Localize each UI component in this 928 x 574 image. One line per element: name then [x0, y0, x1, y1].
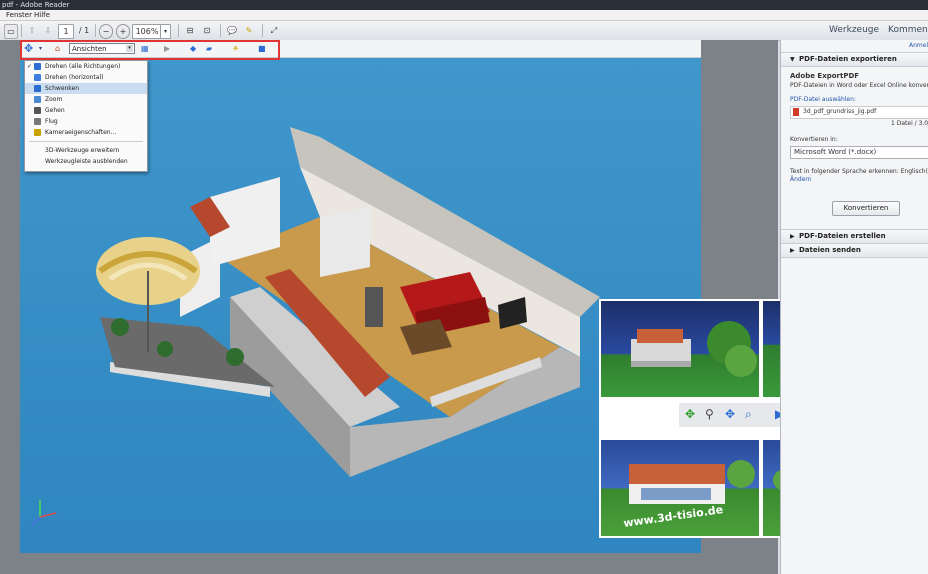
fly-icon: [34, 118, 41, 125]
menu-item-label: Werkzeugleiste ausblenden: [45, 158, 128, 165]
zoom-dropdown-icon[interactable]: ▾: [160, 24, 171, 39]
highlight-icon[interactable]: ✎: [243, 24, 255, 37]
comment-button[interactable]: Komment: [888, 22, 928, 39]
preview-house-3: www.3d-tisio.de: [601, 440, 759, 536]
page-number-input[interactable]: 1: [58, 24, 74, 39]
expand-right-icon: ▶: [790, 233, 795, 240]
tools-button[interactable]: Werkzeuge: [829, 22, 879, 39]
window-title: pdf - Adobe Reader: [2, 1, 70, 9]
menu-hilfe[interactable]: Hilfe: [34, 10, 50, 20]
expand-down-icon: ▼: [790, 56, 795, 63]
expand-icon[interactable]: ⤢: [268, 24, 280, 37]
menu-item-zoom[interactable]: Zoom: [25, 94, 147, 105]
menu-item-rotate-horizontal[interactable]: Drehen (horizontal): [25, 72, 147, 83]
rotate-icon: [34, 63, 41, 70]
zoom-in-icon[interactable]: +: [116, 24, 130, 39]
change-language-link[interactable]: Ändern: [790, 176, 812, 184]
export-description: PDF-Dateien in Word oder Excel Online ko…: [790, 82, 928, 89]
menu-item-walk[interactable]: Gehen: [25, 105, 147, 116]
menu-item-label: Gehen: [45, 107, 65, 114]
create-pdf-section-header[interactable]: ▶ PDF-Dateien erstellen: [781, 229, 928, 244]
send-files-section-header[interactable]: ▶ Dateien senden: [781, 243, 928, 258]
tools-panel: Anmeld ▼ PDF-Dateien exportieren Adobe E…: [780, 40, 928, 574]
rotate-icon: ✥: [725, 407, 736, 421]
menu-item-hide-toolbar[interactable]: Werkzeugleiste ausblenden: [25, 156, 147, 167]
menu-item-camera[interactable]: Kameraeigenschaften...: [25, 127, 147, 138]
zoom-icon: [34, 96, 41, 103]
menu-item-label: Drehen (alle Richtungen): [45, 63, 121, 70]
expand-right-icon: ▶: [790, 247, 795, 254]
menu-item-label: Flug: [45, 118, 58, 125]
menu-item-expand-tools[interactable]: 3D-Werkzeuge erweitern: [25, 145, 147, 156]
sign-in-link[interactable]: Anmeld: [909, 42, 928, 50]
pdf-file-icon: [793, 108, 799, 116]
selected-file[interactable]: 3d_pdf_grundriss_jig.pdf: [790, 106, 928, 119]
menu-bar: Fenster Hilfe: [0, 10, 928, 21]
menu-item-label: 3D-Werkzeuge erweitern: [45, 147, 120, 154]
menu-item-label: Kameraeigenschaften...: [45, 129, 117, 136]
file-name: 3d_pdf_grundriss_jig.pdf: [803, 108, 877, 115]
menu-item-pan[interactable]: Schwenken: [25, 83, 147, 94]
export-pdf-section-header[interactable]: ▼ PDF-Dateien exportieren: [781, 52, 928, 67]
export-title: Adobe ExportPDF: [790, 72, 860, 80]
menu-item-fly[interactable]: Flug: [25, 116, 147, 127]
section-title: Dateien senden: [799, 246, 861, 254]
preview-house-1: [601, 301, 759, 397]
navigation-tool-menu: ✓ Drehen (alle Richtungen) Drehen (horiz…: [24, 60, 148, 172]
walk-icon: ⚲: [705, 407, 714, 421]
main-toolbar: ▭ ⇧ ⇩ 1 / 1 − + 106% ▾ ⊟ ⊡ 💬 ✎ ⤢: [0, 21, 928, 41]
zoom-icon: ⌕: [745, 407, 752, 421]
pan-icon: [34, 85, 41, 92]
fit-page-icon[interactable]: ⊡: [201, 24, 213, 37]
camera-icon: [34, 129, 41, 136]
highlight-frame: [20, 40, 280, 60]
select-pdf-link[interactable]: PDF-Datei auswählen:: [790, 96, 856, 104]
page-up-icon[interactable]: ⇧: [26, 24, 38, 37]
page-down-icon[interactable]: ⇩: [42, 24, 54, 37]
menu-item-rotate[interactable]: ✓ Drehen (alle Richtungen): [25, 61, 147, 72]
convert-to-label: Konvertieren in:: [790, 136, 838, 143]
zoom-out-icon[interactable]: −: [99, 24, 113, 39]
format-select[interactable]: Microsoft Word (*.docx): [790, 146, 928, 159]
menu-item-label: Drehen (horizontal): [45, 74, 104, 81]
convert-button[interactable]: Konvertieren: [832, 201, 900, 216]
menu-divider: [29, 141, 143, 142]
menu-item-label: Zoom: [45, 96, 63, 103]
recognize-text-label: Text in folgender Sprache erkennen: Engl…: [790, 168, 928, 175]
format-value: Microsoft Word (*.docx): [794, 148, 877, 156]
collapse-icon[interactable]: ▭: [4, 24, 18, 39]
section-title: PDF-Dateien erstellen: [799, 232, 886, 240]
page-total: / 1: [78, 26, 90, 35]
comment-icon[interactable]: 💬: [226, 24, 238, 37]
title-bar: pdf - Adobe Reader: [0, 0, 928, 10]
menu-fenster[interactable]: Fenster: [6, 10, 32, 20]
zoom-level-input[interactable]: 106%: [132, 24, 162, 39]
checkmark-icon: ✓: [27, 63, 33, 70]
rotate-horizontal-icon: [34, 74, 41, 81]
file-count: 1 Datei / 3.00: [891, 120, 928, 127]
fit-width-icon[interactable]: ⊟: [184, 24, 196, 37]
pan-icon: ✥: [685, 407, 696, 421]
section-title: PDF-Dateien exportieren: [799, 55, 897, 63]
walk-icon: [34, 107, 41, 114]
menu-item-label: Schwenken: [45, 85, 80, 92]
